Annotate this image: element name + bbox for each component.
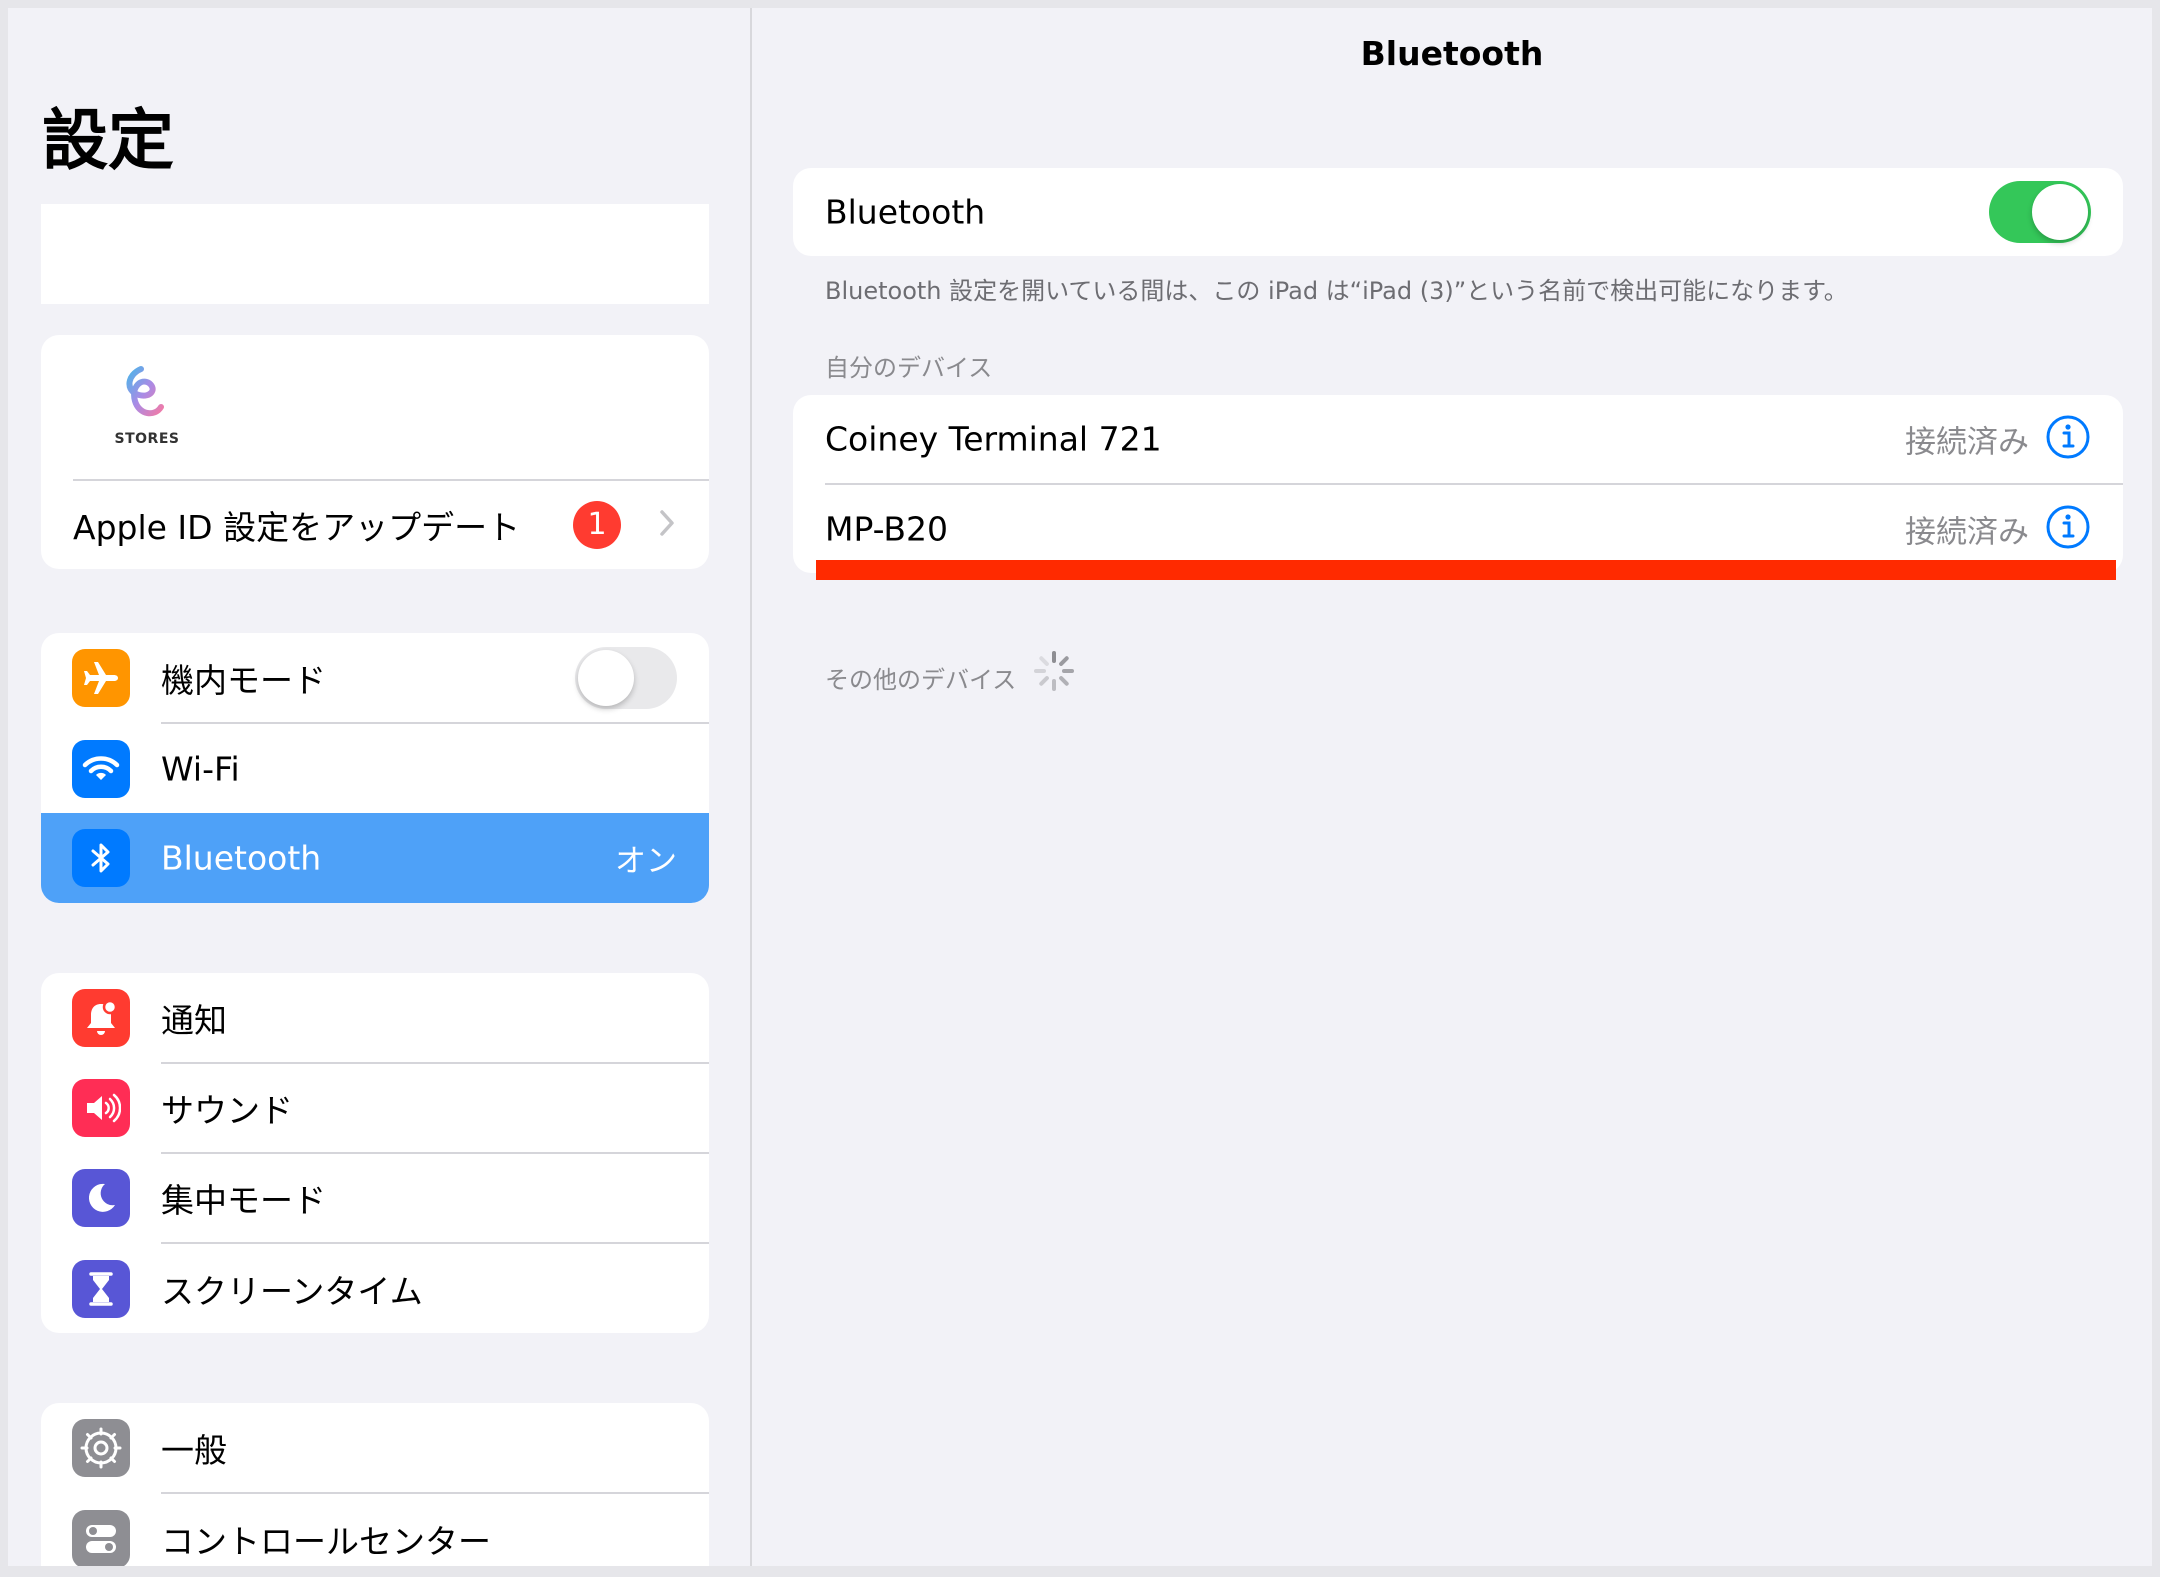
bluetooth-status-value: オン: [615, 843, 677, 880]
sidebar-item-label: スクリーンタイム: [161, 1271, 423, 1311]
device-name: MP-B20: [825, 509, 949, 549]
sidebar-item-focus[interactable]: 集中モード: [41, 1154, 709, 1242]
search-area-blank: [41, 204, 709, 304]
sidebar-item-airplane-mode[interactable]: 機内モード: [41, 633, 709, 722]
info-icon[interactable]: [2045, 414, 2091, 464]
switches-icon: [72, 1509, 130, 1566]
detail-pane: Bluetooth Bluetooth Bluetooth 設定を開いている間は…: [752, 8, 2152, 1566]
sidebar-item-screen-time[interactable]: スクリーンタイム: [41, 1244, 709, 1333]
device-row-coiney[interactable]: Coiney Terminal 721 接続済み: [793, 395, 2123, 483]
highlight-underline: [816, 560, 2116, 580]
notifications-group: 通知 サウンド 集中モード スクリーンタイム: [41, 973, 709, 1333]
page-title: 設定: [42, 102, 174, 179]
bluetooth-toggle-label: Bluetooth: [825, 192, 986, 232]
device-status: 接続済み: [1905, 424, 2029, 461]
sidebar-item-label: 通知: [161, 1000, 227, 1040]
sidebar: 設定 STORES Apple ID 設定をアップデート 1 機内モード Wi-…: [8, 8, 752, 1566]
wifi-icon: [72, 739, 130, 798]
nav-title: Bluetooth: [1360, 34, 1544, 73]
sidebar-item-label: 一般: [161, 1430, 227, 1470]
my-devices-list: Coiney Terminal 721 接続済み MP-B20 接続済み: [793, 395, 2123, 573]
sidebar-item-label: 集中モード: [161, 1181, 326, 1220]
discoverable-footnote: Bluetooth 設定を開いている間は、この iPad は“iPad (3)”…: [825, 277, 1848, 305]
bluetooth-toggle-card: Bluetooth: [793, 168, 2123, 256]
settings-window: 設定 STORES Apple ID 設定をアップデート 1 機内モード Wi-…: [8, 8, 2152, 1566]
notification-badge: 1: [573, 501, 621, 549]
sidebar-item-wifi[interactable]: Wi-Fi: [41, 724, 709, 813]
general-group: 一般 コントロールセンター: [41, 1403, 709, 1566]
sidebar-item-label: サウンド: [161, 1091, 293, 1130]
toggle-knob: [2032, 184, 2088, 240]
airplane-icon: [72, 648, 130, 707]
connectivity-group: 機内モード Wi-Fi Bluetooth オン: [41, 633, 709, 903]
sidebar-item-label: Wi-Fi: [161, 749, 240, 788]
info-icon[interactable]: [2045, 504, 2091, 554]
speaker-icon: [72, 1079, 130, 1137]
toggle-knob: [578, 649, 634, 706]
moon-icon: [72, 1169, 130, 1227]
device-status: 接続済み: [1905, 514, 2029, 551]
airplane-mode-toggle[interactable]: [575, 646, 677, 709]
bluetooth-toggle-row: Bluetooth: [793, 168, 2123, 256]
gear-icon: [72, 1418, 130, 1477]
sidebar-item-label: コントロールセンター: [161, 1521, 491, 1561]
sidebar-item-label: Bluetooth: [161, 838, 322, 878]
chevron-right-icon: [659, 509, 675, 541]
loading-spinner-icon: [1032, 649, 1076, 697]
bell-icon: [72, 988, 130, 1047]
account-card: STORES Apple ID 設定をアップデート 1: [41, 335, 709, 569]
bluetooth-toggle[interactable]: [1989, 181, 2091, 243]
sidebar-item-notifications[interactable]: 通知: [41, 973, 709, 1062]
sidebar-item-control-center[interactable]: コントロールセンター: [41, 1494, 709, 1566]
device-name: Coiney Terminal 721: [825, 419, 1162, 459]
apple-id-update-row[interactable]: Apple ID 設定をアップデート 1: [41, 481, 709, 569]
stores-logo-icon: STORES: [91, 361, 203, 461]
account-profile[interactable]: STORES: [41, 335, 709, 479]
stores-logo-text: STORES: [114, 431, 180, 447]
apple-id-update-label: Apple ID 設定をアップデート: [73, 508, 521, 547]
sidebar-item-label: 機内モード: [161, 660, 326, 700]
my-devices-header: 自分のデバイス: [825, 354, 993, 382]
bluetooth-icon: [72, 829, 130, 887]
sidebar-item-bluetooth[interactable]: Bluetooth オン: [41, 813, 709, 903]
sidebar-item-general[interactable]: 一般: [41, 1403, 709, 1492]
sidebar-item-sounds[interactable]: サウンド: [41, 1064, 709, 1152]
other-devices-header: その他のデバイス: [825, 666, 1017, 694]
hourglass-icon: [72, 1259, 130, 1318]
